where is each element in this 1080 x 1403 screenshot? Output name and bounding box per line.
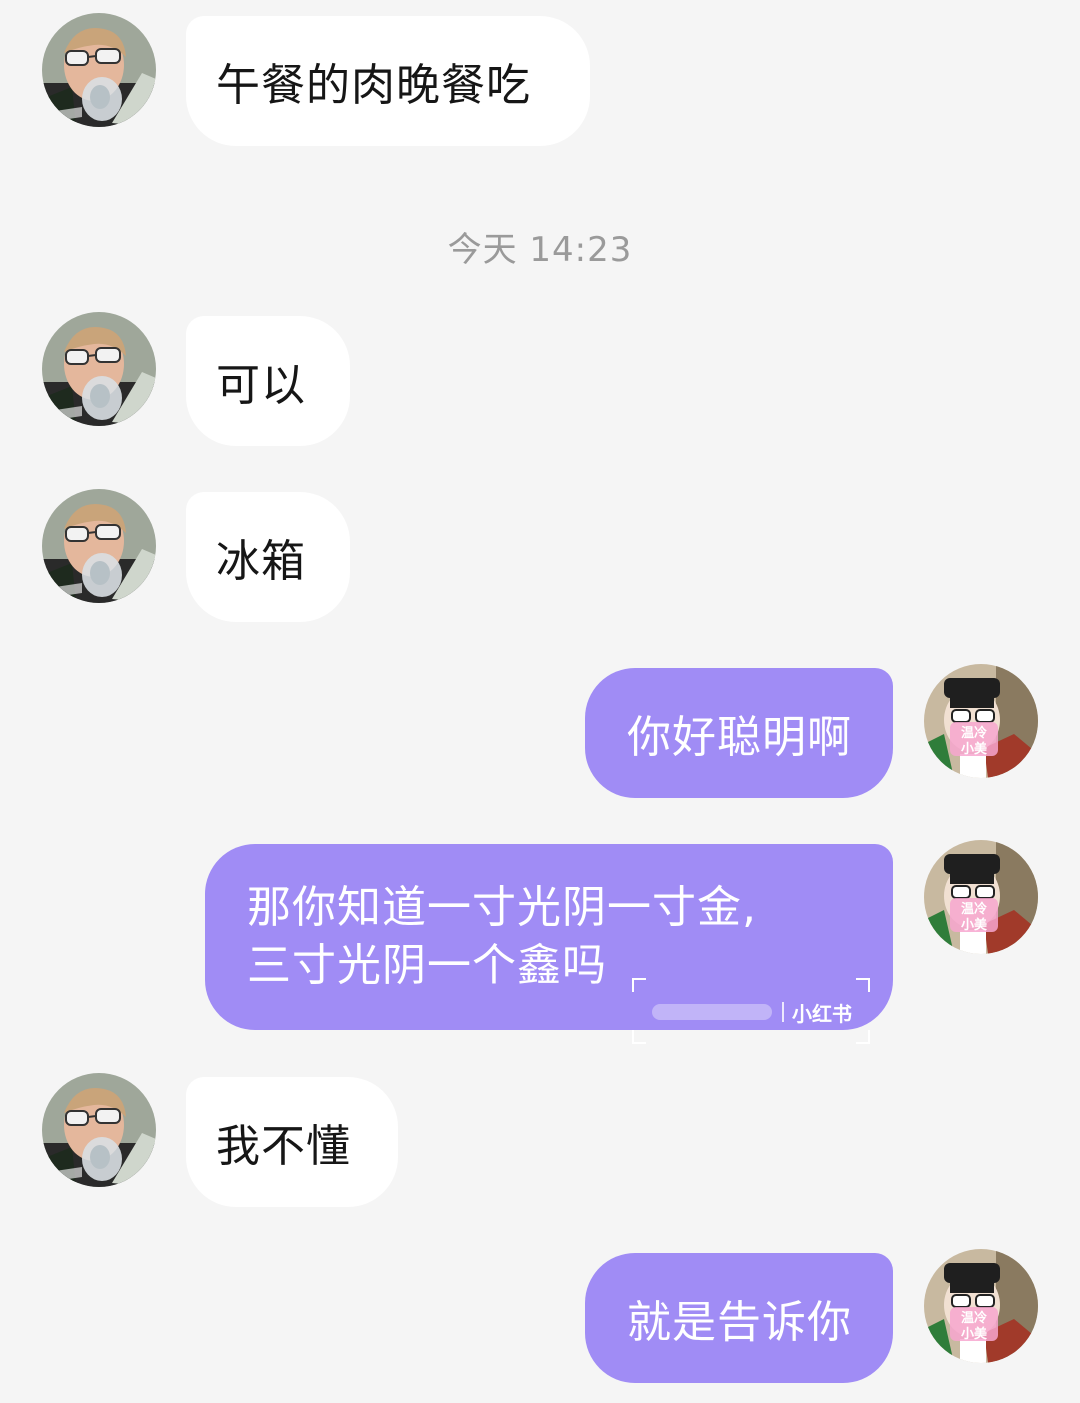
message-text: 你好聪明啊 — [627, 712, 852, 763]
message-text-line: 三寸光阴一个鑫吗 — [247, 940, 607, 991]
avatar-photo-glasses-icon — [42, 13, 156, 127]
message-bubble-incoming[interactable]: 可以 — [186, 316, 350, 446]
contact-avatar[interactable] — [42, 312, 156, 426]
message-text: 午餐的肉晚餐吃 — [216, 60, 531, 111]
watermark-corner — [632, 978, 646, 992]
message-text: 我不懂 — [216, 1121, 351, 1172]
avatar-photo-sticker-icon — [924, 1249, 1038, 1363]
message-text-line: 那你知道一寸光阴一寸金, — [247, 882, 757, 933]
message-bubble-outgoing[interactable]: 你好聪明啊 — [585, 668, 893, 798]
watermark-corner — [856, 978, 870, 992]
message-text: 可以 — [216, 360, 306, 411]
message-bubble-outgoing[interactable]: 就是告诉你 — [585, 1253, 893, 1383]
watermark-user-id — [652, 1004, 772, 1020]
message-bubble-incoming[interactable]: 我不懂 — [186, 1077, 398, 1207]
message-text: 冰箱 — [216, 536, 306, 587]
contact-avatar[interactable] — [42, 1073, 156, 1187]
watermark: 小红书 — [632, 978, 870, 1044]
watermark-corner — [632, 1030, 646, 1044]
watermark-divider — [782, 1002, 784, 1022]
avatar-photo-glasses-icon — [42, 1073, 156, 1187]
self-avatar[interactable] — [924, 664, 1038, 778]
avatar-photo-glasses-icon — [42, 312, 156, 426]
message-bubble-incoming[interactable]: 冰箱 — [186, 492, 350, 622]
message-bubble-incoming[interactable]: 午餐的肉晚餐吃 — [186, 16, 590, 146]
avatar-photo-sticker-icon — [924, 664, 1038, 778]
message-text: 就是告诉你 — [627, 1297, 852, 1348]
self-avatar[interactable] — [924, 1249, 1038, 1363]
self-avatar[interactable] — [924, 840, 1038, 954]
contact-avatar[interactable] — [42, 489, 156, 603]
timestamp: 今天 14:23 — [447, 230, 633, 270]
avatar-photo-glasses-icon — [42, 489, 156, 603]
contact-avatar[interactable] — [42, 13, 156, 127]
watermark-brand: 小红书 — [792, 1002, 852, 1026]
avatar-photo-sticker-icon — [924, 840, 1038, 954]
watermark-corner — [856, 1030, 870, 1044]
